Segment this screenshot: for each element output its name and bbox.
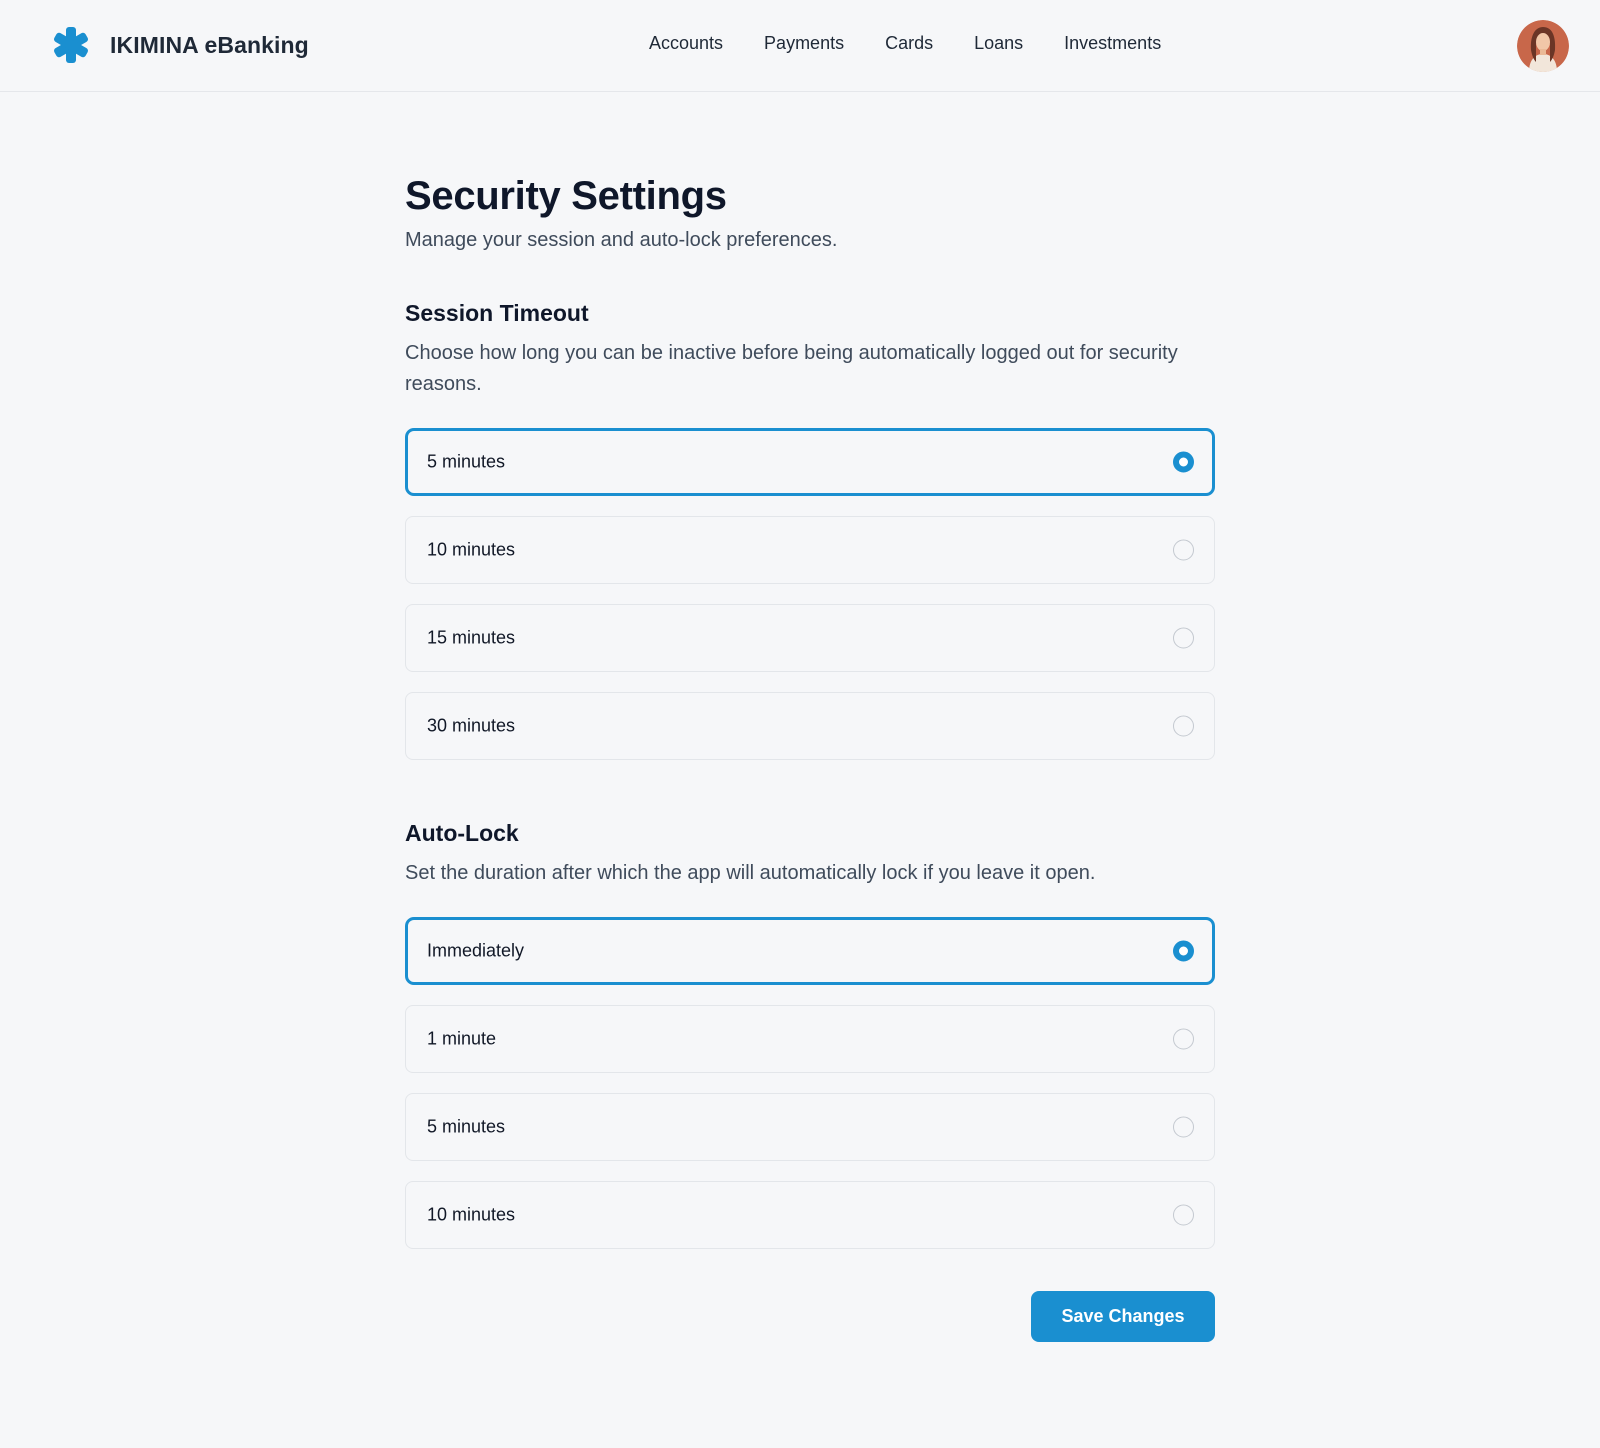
avatar-image — [1517, 20, 1569, 72]
radio-button[interactable] — [1173, 1028, 1194, 1050]
security-settings-main: Security Settings Manage your session an… — [405, 170, 1215, 1343]
nav-payments[interactable]: Payments — [764, 33, 844, 54]
radio-button[interactable] — [1173, 539, 1194, 561]
option-label: 15 minutes — [427, 627, 516, 648]
page-title: Security Settings — [405, 174, 727, 218]
main-nav: Accounts Payments Cards Loans Investment… — [649, 33, 1161, 54]
option-label: 5 minutes — [427, 451, 506, 472]
auto-lock-option[interactable]: Immediately — [405, 917, 1215, 985]
auto-lock-option[interactable]: 10 minutes — [405, 1181, 1215, 1249]
option-label: 10 minutes — [427, 539, 516, 560]
session-timeout-option[interactable]: 10 minutes — [405, 516, 1215, 584]
nav-accounts[interactable]: Accounts — [649, 33, 723, 54]
save-changes-button[interactable]: Save Changes — [1031, 1291, 1215, 1342]
radio-button[interactable] — [1173, 627, 1194, 649]
auto-lock-title: Auto-Lock — [405, 820, 519, 846]
radio-button[interactable] — [1173, 1116, 1194, 1138]
auto-lock-options: Immediately 1 minute 5 minutes 10 minute… — [405, 917, 1215, 1249]
nav-cards[interactable]: Cards — [885, 33, 933, 54]
radio-button[interactable] — [1173, 1204, 1194, 1226]
radio-button[interactable] — [1173, 715, 1194, 737]
brand-name: IKIMINA eBanking — [110, 31, 309, 58]
user-avatar[interactable] — [1517, 20, 1569, 72]
auto-lock-section: Auto-Lock Set the duration after which t… — [405, 818, 1215, 1249]
form-actions: Save Changes — [405, 1291, 1215, 1343]
radio-button[interactable] — [1173, 940, 1194, 962]
auto-lock-option[interactable]: 5 minutes — [405, 1093, 1215, 1161]
auto-lock-description: Set the duration after which the app wil… — [405, 862, 1096, 884]
option-label: Immediately — [427, 940, 525, 961]
session-timeout-description: Choose how long you can be inactive befo… — [405, 342, 1178, 395]
session-timeout-title: Session Timeout — [405, 300, 589, 326]
option-label: 30 minutes — [427, 715, 516, 736]
option-label: 10 minutes — [427, 1204, 516, 1225]
radio-button[interactable] — [1173, 451, 1194, 473]
nav-loans[interactable]: Loans — [974, 33, 1023, 54]
page-subtitle: Manage your session and auto-lock prefer… — [405, 229, 838, 251]
session-timeout-option[interactable]: 15 minutes — [405, 604, 1215, 672]
session-timeout-options: 5 minutes 10 minutes 15 minutes 30 minut… — [405, 428, 1215, 760]
nav-investments[interactable]: Investments — [1064, 33, 1161, 54]
session-timeout-section: Session Timeout Choose how long you can … — [405, 298, 1215, 760]
session-timeout-option[interactable]: 5 minutes — [405, 428, 1215, 496]
session-timeout-option[interactable]: 30 minutes — [405, 692, 1215, 760]
auto-lock-option[interactable]: 1 minute — [405, 1005, 1215, 1073]
option-label: 1 minute — [427, 1028, 497, 1049]
brand[interactable]: IKIMINA eBanking — [52, 26, 309, 64]
option-label: 5 minutes — [427, 1116, 506, 1137]
asterisk-logo-icon — [54, 27, 88, 63]
top-navigation-bar: IKIMINA eBanking Accounts Payments Cards… — [0, 0, 1600, 92]
